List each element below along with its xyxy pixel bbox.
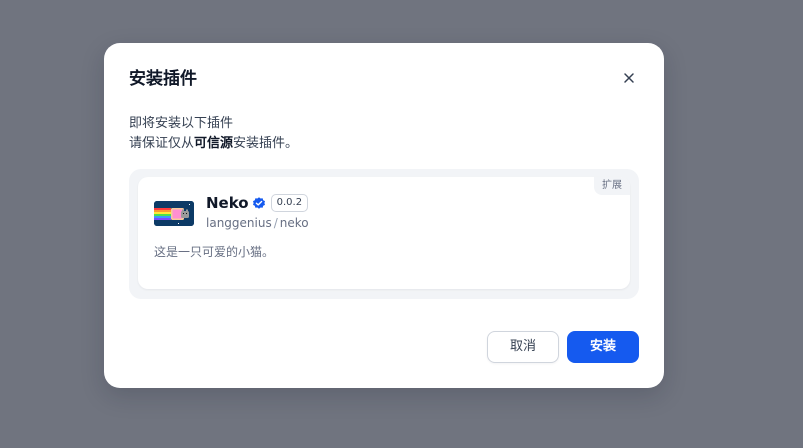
version-badge: 0.0.2 — [270, 194, 309, 212]
close-button[interactable] — [620, 69, 638, 87]
category-badge: 扩展 — [594, 177, 630, 195]
plugin-card: 扩展 Neko 0.0.2 langgenius / neko 这是一只可爱的小… — [138, 177, 630, 289]
cancel-button[interactable]: 取消 — [487, 331, 559, 363]
plugin-org-name: langgenius — [206, 216, 272, 230]
dialog-footer: 取消 安装 — [487, 331, 639, 363]
plugin-card-container: 扩展 Neko 0.0.2 langgenius / neko 这是一只可爱的小… — [129, 169, 639, 299]
description-line-2-suffix: 安装插件。 — [233, 136, 299, 151]
install-plugin-dialog: 安装插件 即将安装以下插件 请保证仅从可信源安装插件。 扩展 Neko 0.0.… — [104, 43, 664, 388]
description-line-1: 即将安装以下插件 — [129, 116, 234, 131]
dialog-title: 安装插件 — [129, 69, 197, 89]
plugin-name: Neko — [206, 194, 249, 212]
dialog-description: 即将安装以下插件 请保证仅从可信源安装插件。 — [129, 114, 298, 154]
description-line-2: 请保证仅从可信源安装插件。 — [129, 134, 298, 154]
nyan-cat-icon — [154, 201, 194, 226]
verified-badge-icon — [252, 196, 266, 210]
description-line-2-prefix: 请保证仅从 — [129, 136, 195, 151]
plugin-org: langgenius / neko — [206, 215, 309, 231]
plugin-description: 这是一只可爱的小猫。 — [154, 245, 275, 259]
close-icon — [624, 73, 634, 83]
trusted-source-text: 可信源 — [194, 136, 234, 151]
org-separator: / — [273, 216, 278, 230]
plugin-slug: neko — [279, 216, 309, 230]
plugin-title-row: Neko 0.0.2 — [206, 193, 309, 213]
install-button[interactable]: 安装 — [567, 331, 639, 363]
